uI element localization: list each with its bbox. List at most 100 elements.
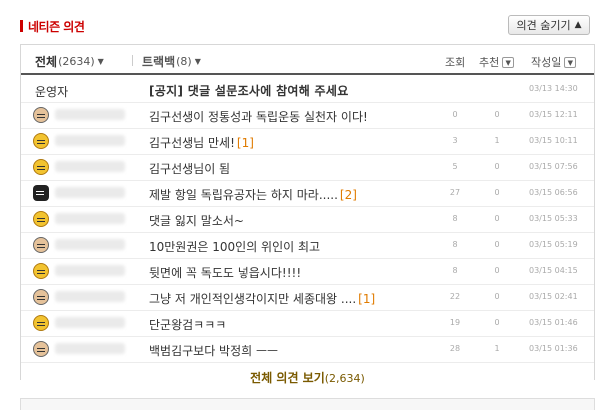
- view-count: 22: [449, 292, 461, 301]
- recommend-count: 1: [494, 136, 500, 145]
- comment-row: 김구선생이 정통성과 독립운동 실천자 이다! 0 0 03/15 12:11: [21, 103, 594, 129]
- comment-row: 백범김구보다 박정희 ㅡㅡ 28 1 03/15 01:36: [21, 337, 594, 363]
- comment-date: 03/15 04:15: [529, 266, 578, 275]
- tab-divider: [132, 55, 133, 66]
- col-views-label: 조회: [445, 56, 466, 69]
- tab-trackback-label: 트랙백: [142, 55, 176, 69]
- recommend-count: 1: [494, 344, 500, 353]
- tab-all-label: 전체: [35, 55, 58, 69]
- comment-date: 03/15 01:46: [529, 318, 578, 327]
- reply-count: [2]: [339, 188, 357, 202]
- author-name-blurred[interactable]: [55, 239, 125, 250]
- comment-row: 단군왕검ㅋㅋㅋ 19 0 03/15 01:46: [21, 311, 594, 337]
- comment-link[interactable]: 김구선생님이 됨: [149, 160, 232, 177]
- comment-row: 제발 항일 독립유공자는 하지 마라..... [2] 27 0 03/15 06:56: [21, 181, 594, 207]
- recommend-count: 0: [494, 110, 500, 119]
- col-views: 조회: [445, 54, 465, 70]
- view-count: 5: [452, 162, 458, 171]
- chevron-down-icon: ▼: [194, 57, 201, 66]
- col-recommend-label: 추천: [479, 56, 500, 69]
- avatar-icon: [33, 289, 49, 305]
- comment-date: 03/15 02:41: [529, 292, 578, 301]
- author-name-blurred[interactable]: [55, 213, 125, 224]
- comment-date: 03/15 10:11: [529, 136, 578, 145]
- comment-text: 김구선생님이 됨: [149, 162, 231, 176]
- recommend-count: 0: [494, 188, 500, 197]
- view-count: 0: [452, 110, 458, 119]
- comment-date: 03/15 12:11: [529, 110, 578, 119]
- section-title: 네티즌 의견: [20, 16, 85, 36]
- avatar-icon: [33, 159, 49, 175]
- notice-link[interactable]: [공지] 댓글 설문조사에 참여해 주세요: [149, 82, 349, 99]
- recommend-count: 0: [494, 162, 500, 171]
- avatar-icon: [33, 315, 49, 331]
- view-count: 3: [452, 136, 458, 145]
- title-marker: [20, 20, 23, 32]
- avatar-icon: [33, 185, 49, 201]
- tab-all[interactable]: 전체 (2634) ▼: [35, 53, 104, 70]
- col-date: 작성일 ▼: [531, 54, 577, 70]
- view-count: 28: [449, 344, 461, 353]
- comment-text: 그냥 저 개인적인생각이지만 세종대왕 ....: [149, 292, 357, 306]
- author-name-blurred[interactable]: [55, 135, 125, 146]
- col-recommend: 추천 ▼: [479, 54, 515, 70]
- sort-date-button[interactable]: ▼: [564, 56, 577, 68]
- notice-author: 운영자: [35, 85, 69, 99]
- comment-link[interactable]: 단군왕검ㅋㅋㅋ: [149, 316, 228, 333]
- sort-recommend-button[interactable]: ▼: [502, 56, 515, 68]
- comment-link[interactable]: 제발 항일 독립유공자는 하지 마라..... [2]: [149, 186, 357, 203]
- avatar-icon: [33, 107, 49, 123]
- author-name-blurred[interactable]: [55, 161, 125, 172]
- author-name-blurred[interactable]: [55, 291, 125, 302]
- view-all-comments-link[interactable]: 전체 의견 보기: [250, 371, 325, 385]
- tab-trackback[interactable]: 트랙백 (8) ▼: [142, 53, 201, 70]
- comment-date: 03/15 05:19: [529, 240, 578, 249]
- author-name-blurred[interactable]: [55, 109, 125, 120]
- avatar-icon: [33, 133, 49, 149]
- comment-link[interactable]: 김구선생이 정통성과 독립운동 실천자 이다!: [149, 108, 370, 125]
- author-name-blurred[interactable]: [55, 317, 125, 328]
- avatar-icon: [33, 341, 49, 357]
- avatar-icon: [33, 211, 49, 227]
- comment-text: 뒷면에 꼭 독도도 넣읍시다!!!!: [149, 266, 302, 280]
- comment-text: 10만원권은 100인의 위인이 최고: [149, 240, 321, 254]
- comment-row: 댓글 잃지 말소서~ 8 0 03/15 05:33: [21, 207, 594, 233]
- notice-row: 운영자 [공지] 댓글 설문조사에 참여해 주세요 03/13 14:30: [21, 77, 594, 103]
- view-count: 8: [452, 214, 458, 223]
- recommend-count: 0: [494, 266, 500, 275]
- comment-link[interactable]: 10만원권은 100인의 위인이 최고: [149, 238, 322, 255]
- comment-link[interactable]: 백범김구보다 박정희 ㅡㅡ: [149, 342, 280, 359]
- hide-comments-button[interactable]: 의견 숨기기 ▲: [508, 15, 590, 35]
- author-name-blurred[interactable]: [55, 343, 125, 354]
- comment-date: 03/15 06:56: [529, 188, 578, 197]
- tab-all-count: (2634): [58, 55, 95, 68]
- reply-count: [1]: [358, 292, 376, 306]
- view-count: 8: [452, 240, 458, 249]
- section-title-text: 네티즌 의견: [28, 19, 85, 34]
- view-all-comments: 전체 의견 보기(2,634): [21, 369, 594, 386]
- comment-link[interactable]: 뒷면에 꼭 독도도 넣읍시다!!!!: [149, 264, 303, 281]
- comment-link[interactable]: 그냥 저 개인적인생각이지만 세종대왕 .... [1]: [149, 290, 375, 307]
- recommend-count: 0: [494, 214, 500, 223]
- view-count: 8: [452, 266, 458, 275]
- comment-text: 백범김구보다 박정희 ㅡㅡ: [149, 344, 279, 358]
- comment-date: 03/15 07:56: [529, 162, 578, 171]
- author-name-blurred[interactable]: [55, 187, 125, 198]
- comment-text: 단군왕검ㅋㅋㅋ: [149, 318, 227, 332]
- comment-row: 뒷면에 꼭 독도도 넣읍시다!!!! 8 0 03/15 04:15: [21, 259, 594, 285]
- tab-trackback-count: (8): [176, 55, 192, 68]
- author-name-blurred[interactable]: [55, 265, 125, 276]
- comment-input-area: [20, 398, 595, 410]
- comment-link[interactable]: 김구선생님 만세! [1]: [149, 134, 254, 151]
- comment-text: 댓글 잃지 말소서~: [149, 214, 244, 228]
- avatar-icon: [33, 237, 49, 253]
- comment-row: 김구선생님 만세! [1] 3 1 03/15 10:11: [21, 129, 594, 155]
- view-all-count: (2,634): [324, 372, 365, 385]
- comment-link[interactable]: 댓글 잃지 말소서~: [149, 212, 246, 229]
- col-date-label: 작성일: [531, 56, 562, 69]
- comment-row: 그냥 저 개인적인생각이지만 세종대왕 .... [1] 22 0 03/15 02:4…: [21, 285, 594, 311]
- comment-text: 제발 항일 독립유공자는 하지 마라.....: [149, 188, 338, 202]
- recommend-count: 0: [494, 292, 500, 301]
- view-count: 27: [449, 188, 461, 197]
- comment-text: 김구선생님 만세!: [149, 136, 235, 150]
